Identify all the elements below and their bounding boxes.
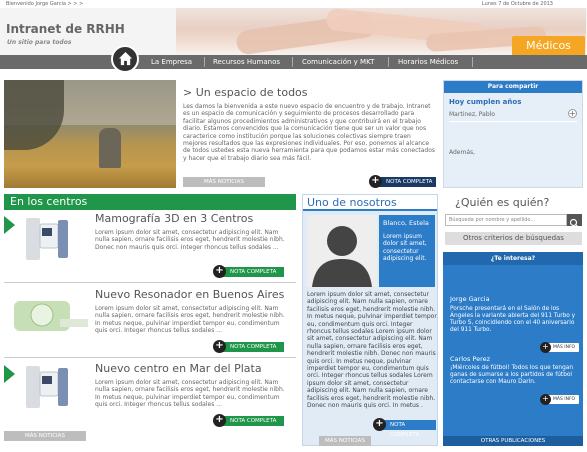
profile-summary: Blanco, Estela Lorem ipsum dolor sit ame… — [379, 215, 435, 287]
interesa-author: Jorge Garcia — [450, 295, 490, 303]
interesa-text: Porsche presentará en el Salón de los Án… — [450, 306, 576, 333]
button-label: MÁS INFO — [553, 397, 576, 402]
nav-item-comunicacion[interactable]: Comunicación y MKT — [302, 58, 374, 66]
uno-header: Uno de nosotros — [303, 195, 437, 211]
mar-del-plata-image[interactable] — [4, 362, 92, 412]
button-label: NOTA COMPLETA — [390, 422, 420, 438]
hero-image — [4, 80, 176, 188]
interesa-author: Carlos Perez — [450, 355, 491, 363]
profile-desc: Lorem ipsum dolor sit amet, consectetur … — [383, 233, 427, 263]
compartir-panel: Para compartir Hoy cumplen años Martinez… — [443, 80, 583, 188]
birthday-name[interactable]: Martinez, Pablo — [449, 111, 495, 118]
uno-de-nosotros-panel: Uno de nosotros Blanco, Estela Lorem ips… — [302, 194, 438, 446]
divider — [449, 121, 577, 122]
button-label: MÁS INFO — [553, 345, 576, 350]
centro-nota-completa-button[interactable]: + NOTA COMPLETA — [213, 414, 284, 427]
hero-more-news-button[interactable]: MÁS NOTICIAS — [183, 177, 265, 187]
nav-item-rrhh[interactable]: Recursos Humanos — [213, 58, 280, 66]
ademas-text: Además, — [449, 149, 476, 156]
centros-header: En los centros — [4, 194, 296, 210]
hero-text: Les damos la bienvenida a este nuevo esp… — [183, 103, 436, 162]
centro-nota-completa-button[interactable]: + NOTA COMPLETA — [213, 340, 284, 353]
arrow-icon — [4, 216, 15, 234]
nav-divider — [292, 57, 293, 67]
mas-info-button[interactable]: + MÁS INFO — [540, 342, 579, 353]
home-icon — [118, 51, 133, 66]
uno-more-news-button[interactable]: MÁS NOTICIAS — [319, 436, 371, 446]
te-interesa-panel: ¿Te interesa? Jorge Garcia Porsche prese… — [443, 252, 583, 446]
search-button[interactable] — [567, 214, 582, 228]
people-search-input[interactable]: Búsqueda por nombre y apellido... — [445, 214, 567, 226]
home-button[interactable] — [111, 45, 139, 73]
button-label: NOTA COMPLETA — [230, 269, 277, 275]
hero-title[interactable]: > Un espacio de todos — [183, 86, 308, 99]
nav-divider — [388, 57, 389, 67]
profile-silhouette-icon — [307, 215, 377, 287]
nav-divider — [204, 57, 205, 67]
centro-title[interactable]: Nuevo Resonador en Buenos Aires — [95, 288, 284, 301]
nav-item-horarios[interactable]: Horarios Médicos — [398, 58, 458, 66]
plus-icon: + — [213, 414, 226, 427]
nav-item-empresa[interactable]: La Empresa — [151, 58, 192, 66]
button-label: NOTA COMPLETA — [230, 418, 277, 424]
button-label: NOTA COMPLETA — [386, 179, 433, 185]
birthday-add-icon[interactable]: + — [568, 109, 577, 118]
centros-more-news-button[interactable]: MÁS NOTICIAS — [4, 431, 86, 441]
mamografia-image[interactable] — [4, 214, 92, 264]
uno-nota-completa-button[interactable]: + NOTA COMPLETA — [373, 418, 436, 438]
profile-text: Lorem ipsum dolor sit amet, consectetur … — [307, 291, 437, 410]
welcome-text: Bienvenido Jorge Garcia > > > — [6, 1, 84, 7]
centro-text: Lorem ipsum dolor sit amet, consectetur … — [95, 305, 285, 335]
centro-title[interactable]: Nuevo centro en Mar del Plata — [95, 362, 262, 375]
hero-nota-completa-button[interactable]: + NOTA COMPLETA — [369, 175, 436, 188]
birthday-title: Hoy cumplen años — [449, 98, 522, 106]
other-search-criteria-button[interactable]: Otros criterios de búsquedas — [445, 232, 582, 245]
interesa-text: ¡Miércoles de fútbol! Todos los que teng… — [450, 365, 574, 385]
search-icon — [569, 218, 579, 228]
nav-divider — [472, 57, 473, 67]
medicos-tab[interactable]: Médicos — [512, 36, 585, 55]
arrow-icon — [4, 365, 15, 383]
site-title[interactable]: Intranet de RRHH — [6, 22, 125, 36]
main-nav — [0, 55, 587, 69]
quien-title: ¿Quién es quién? — [455, 196, 550, 209]
otras-publicaciones-button[interactable]: OTRAS PUBLICACIONES — [443, 436, 583, 446]
resonador-image[interactable] — [4, 289, 92, 339]
divider — [4, 357, 296, 358]
centro-text: Lorem ipsum dolor sit amet, consectetur … — [95, 229, 285, 251]
plus-icon: + — [369, 175, 382, 188]
site-subtitle: Un sitio para todos — [7, 39, 72, 46]
centro-title[interactable]: Mamografía 3D en 3 Centros — [95, 212, 253, 225]
plus-icon: + — [540, 342, 551, 353]
plus-icon: + — [373, 418, 386, 431]
plus-icon: + — [213, 340, 226, 353]
divider — [4, 282, 296, 283]
profile-name[interactable]: Blanco, Estela — [383, 219, 429, 227]
plus-icon: + — [540, 394, 551, 405]
mas-info-button[interactable]: + MÁS INFO — [540, 394, 579, 405]
date-text: Lunes 7 de Octubre de 2013 — [481, 1, 553, 7]
centro-nota-completa-button[interactable]: + NOTA COMPLETA — [213, 265, 284, 278]
plus-icon: + — [213, 265, 226, 278]
centro-text: Lorem ipsum dolor sit amet, consectetur … — [95, 379, 285, 409]
interesa-header: ¿Te interesa? — [443, 252, 583, 265]
compartir-header: Para compartir — [444, 81, 582, 93]
button-label: NOTA COMPLETA — [230, 344, 277, 350]
header: Intranet de RRHH Un sitio para todos Méd… — [0, 8, 587, 55]
top-bar: Bienvenido Jorge Garcia > > > Lunes 7 de… — [0, 0, 587, 8]
